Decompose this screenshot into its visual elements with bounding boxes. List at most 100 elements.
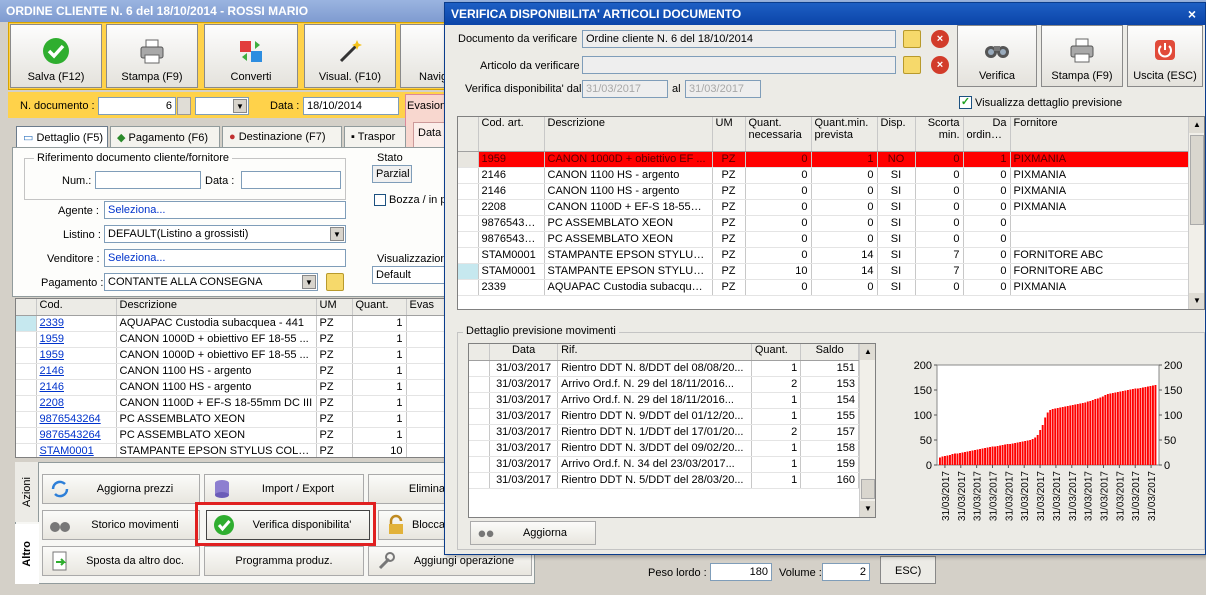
convert-button[interactable]: Converti [204, 24, 298, 88]
row-marker[interactable] [16, 411, 37, 428]
col-scorta-min[interactable]: Scorta min. [915, 117, 964, 152]
table-row[interactable]: 2146 CANON 1100 HS - argento PZ 1 [16, 379, 447, 396]
cell-cod[interactable]: 9876543264 [36, 427, 117, 444]
visual-button[interactable]: Visual. (F10) [304, 24, 396, 88]
row-marker[interactable] [16, 315, 37, 332]
table-row[interactable]: 9876543264 PC ASSEMBLATO XEON PZ 1 [16, 427, 447, 444]
col-um[interactable]: UM [712, 117, 746, 152]
table-row[interactable]: STAM0001 STAMPANTE EPSON STYLUS C... PZ 10 1… [458, 263, 1189, 280]
row-marker[interactable] [458, 263, 479, 280]
row-marker[interactable] [469, 472, 491, 489]
table-row[interactable]: 9876543264 PC ASSEMBLATO XEON PZ 0 0 SI 0 0 [458, 215, 1189, 232]
col-evasa[interactable]: Evas [406, 299, 447, 316]
scroll-thumb[interactable] [861, 479, 875, 499]
row-marker[interactable] [16, 395, 37, 412]
table-row[interactable]: 31/03/2017 Arrivo Ord.f. N. 29 del 18/11/… [469, 376, 859, 393]
date-to-field[interactable]: 31/03/2017 [685, 80, 761, 98]
table-row[interactable]: 2339 AQUAPAC Custodia subacquea... PZ 0 0 SI 0… [458, 279, 1189, 296]
col-quant[interactable]: Quant. [751, 344, 802, 361]
col-cod-art[interactable]: Cod. art. [478, 117, 545, 152]
row-marker[interactable] [458, 167, 479, 184]
art-folder-icon[interactable] [903, 56, 921, 74]
ndoc-field[interactable]: 6 [98, 97, 176, 115]
col-rif[interactable]: Rif. [557, 344, 752, 361]
table-row[interactable]: STAM0001 STAMPANTE EPSON STYLUS COLOR C..… [16, 443, 447, 457]
tab-altro[interactable]: Altro [15, 524, 39, 584]
col-descrizione[interactable]: Descrizione [544, 117, 713, 152]
update-prices-button[interactable]: Aggiorna prezzi [42, 474, 200, 504]
col-da-ordinare[interactable]: Da ordinare [963, 117, 1011, 152]
cell-cod[interactable]: STAM0001 [36, 443, 117, 457]
availability-scrollbar[interactable]: ▲ ▼ [1188, 117, 1204, 309]
scroll-up-arrow[interactable]: ▲ [1189, 117, 1204, 133]
stato-field[interactable]: Parzial [372, 165, 412, 183]
tab-destinazione[interactable]: ● Destinazione (F7) [222, 126, 342, 148]
col-quant[interactable]: Quant. [352, 299, 407, 316]
row-marker[interactable] [469, 392, 491, 409]
production-button[interactable]: Programma produz. [204, 546, 364, 576]
row-marker[interactable] [469, 360, 491, 377]
scroll-down-arrow[interactable]: ▼ [1189, 293, 1204, 309]
tab-azioni[interactable]: Azioni [15, 462, 39, 522]
print-button[interactable]: Stampa (F9) [106, 24, 198, 88]
col-quant-min-prevista[interactable]: Quant.min. prevista [811, 117, 878, 152]
row-marker[interactable] [469, 408, 491, 425]
cell-cod[interactable]: 2208 [36, 395, 117, 412]
col-cod[interactable]: Cod. [36, 299, 117, 316]
table-row[interactable]: 31/03/2017 Rientro DDT N. 3/DDT del 09/02… [469, 440, 859, 457]
col-descrizione[interactable]: Descrizione [116, 299, 317, 316]
date-field[interactable]: 18/10/2014 [303, 97, 399, 115]
table-row[interactable]: 2208 CANON 1100D + EF-S 18-55m... PZ 0 0 SI 0 0… [458, 199, 1189, 216]
cell-cod[interactable]: 1959 [36, 347, 117, 364]
bozza-checkbox[interactable] [374, 194, 386, 206]
col-quant-necessaria[interactable]: Quant. necessaria [745, 117, 812, 152]
ndoc-spin[interactable] [177, 97, 191, 115]
row-marker[interactable] [458, 231, 479, 248]
venditore-field[interactable]: Seleziona... [104, 249, 346, 267]
cell-cod[interactable]: 2146 [36, 363, 117, 380]
row-marker[interactable] [16, 347, 37, 364]
row-marker[interactable] [16, 379, 37, 396]
save-button[interactable]: Salva (F12) [10, 24, 102, 88]
cell-cod[interactable]: 2146 [36, 379, 117, 396]
data2-field[interactable] [241, 171, 341, 189]
cell-cod[interactable]: 2339 [36, 315, 117, 332]
row-marker[interactable] [469, 424, 491, 441]
doc-folder-icon[interactable] [903, 30, 921, 48]
doc-clear-icon[interactable]: × [931, 30, 949, 48]
table-row[interactable]: 31/03/2017 Rientro DDT N. 1/DDT del 17/01… [469, 424, 859, 441]
refresh-button[interactable]: Aggiorna [470, 521, 596, 545]
tab-trasporto[interactable]: ▪ Traspor [344, 126, 406, 148]
doc-field[interactable]: Ordine cliente N. 6 del 18/10/2014 [582, 30, 896, 48]
table-row[interactable]: 31/03/2017 Rientro DDT N. 9/DDT del 01/12… [469, 408, 859, 425]
table-row[interactable]: 2146 CANON 1100 HS - argento PZ 0 0 SI 0 0 PIXMA… [458, 183, 1189, 200]
row-marker[interactable] [458, 183, 479, 200]
col-disp[interactable]: Disp. [877, 117, 916, 152]
col-um[interactable]: UM [316, 299, 353, 316]
row-marker[interactable] [458, 151, 479, 168]
esc-button-fragment[interactable]: ESC) [880, 556, 936, 584]
table-row[interactable]: 1959 CANON 1000D + obiettivo EF 18-55 ...… [16, 347, 447, 364]
history-button[interactable]: Storico movimenti [42, 510, 200, 540]
table-row[interactable]: 1959 CANON 1000D + obiettivo EF 18-55 ...… [16, 331, 447, 348]
table-row[interactable]: STAM0001 STAMPANTE EPSON STYLUS C... PZ 0 14… [458, 247, 1189, 264]
chevron-down-icon[interactable]: ▼ [233, 99, 247, 113]
table-row[interactable]: 1959 CANON 1000D + obiettivo EF ... PZ 0 1 NO… [458, 151, 1189, 168]
row-marker[interactable] [469, 456, 491, 473]
row-marker[interactable] [16, 443, 37, 457]
row-marker[interactable] [458, 215, 479, 232]
peso-field[interactable]: 180 [710, 563, 772, 581]
table-row[interactable]: 31/03/2017 Arrivo Ord.f. N. 34 del 23/03/… [469, 456, 859, 473]
volume-field[interactable]: 2 [822, 563, 870, 581]
import-export-button[interactable]: Import / Export [204, 474, 364, 504]
listino-select[interactable]: DEFAULT(Listino a grossisti) [104, 225, 346, 243]
move-doc-button[interactable]: Sposta da altro doc. [42, 546, 200, 576]
verify-button[interactable]: Verifica [957, 25, 1037, 87]
col-data[interactable]: Data [489, 344, 559, 361]
scroll-down-arrow[interactable]: ▼ [860, 501, 875, 517]
cell-cod[interactable]: 1959 [36, 331, 117, 348]
table-row[interactable]: 2339 AQUAPAC Custodia subacquea - 441 PZ 1 [16, 315, 447, 332]
cell-cod[interactable]: 9876543264 [36, 411, 117, 428]
table-row[interactable]: 9876543264 PC ASSEMBLATO XEON PZ 0 0 SI 0 0 [458, 231, 1189, 248]
row-marker[interactable] [16, 331, 37, 348]
